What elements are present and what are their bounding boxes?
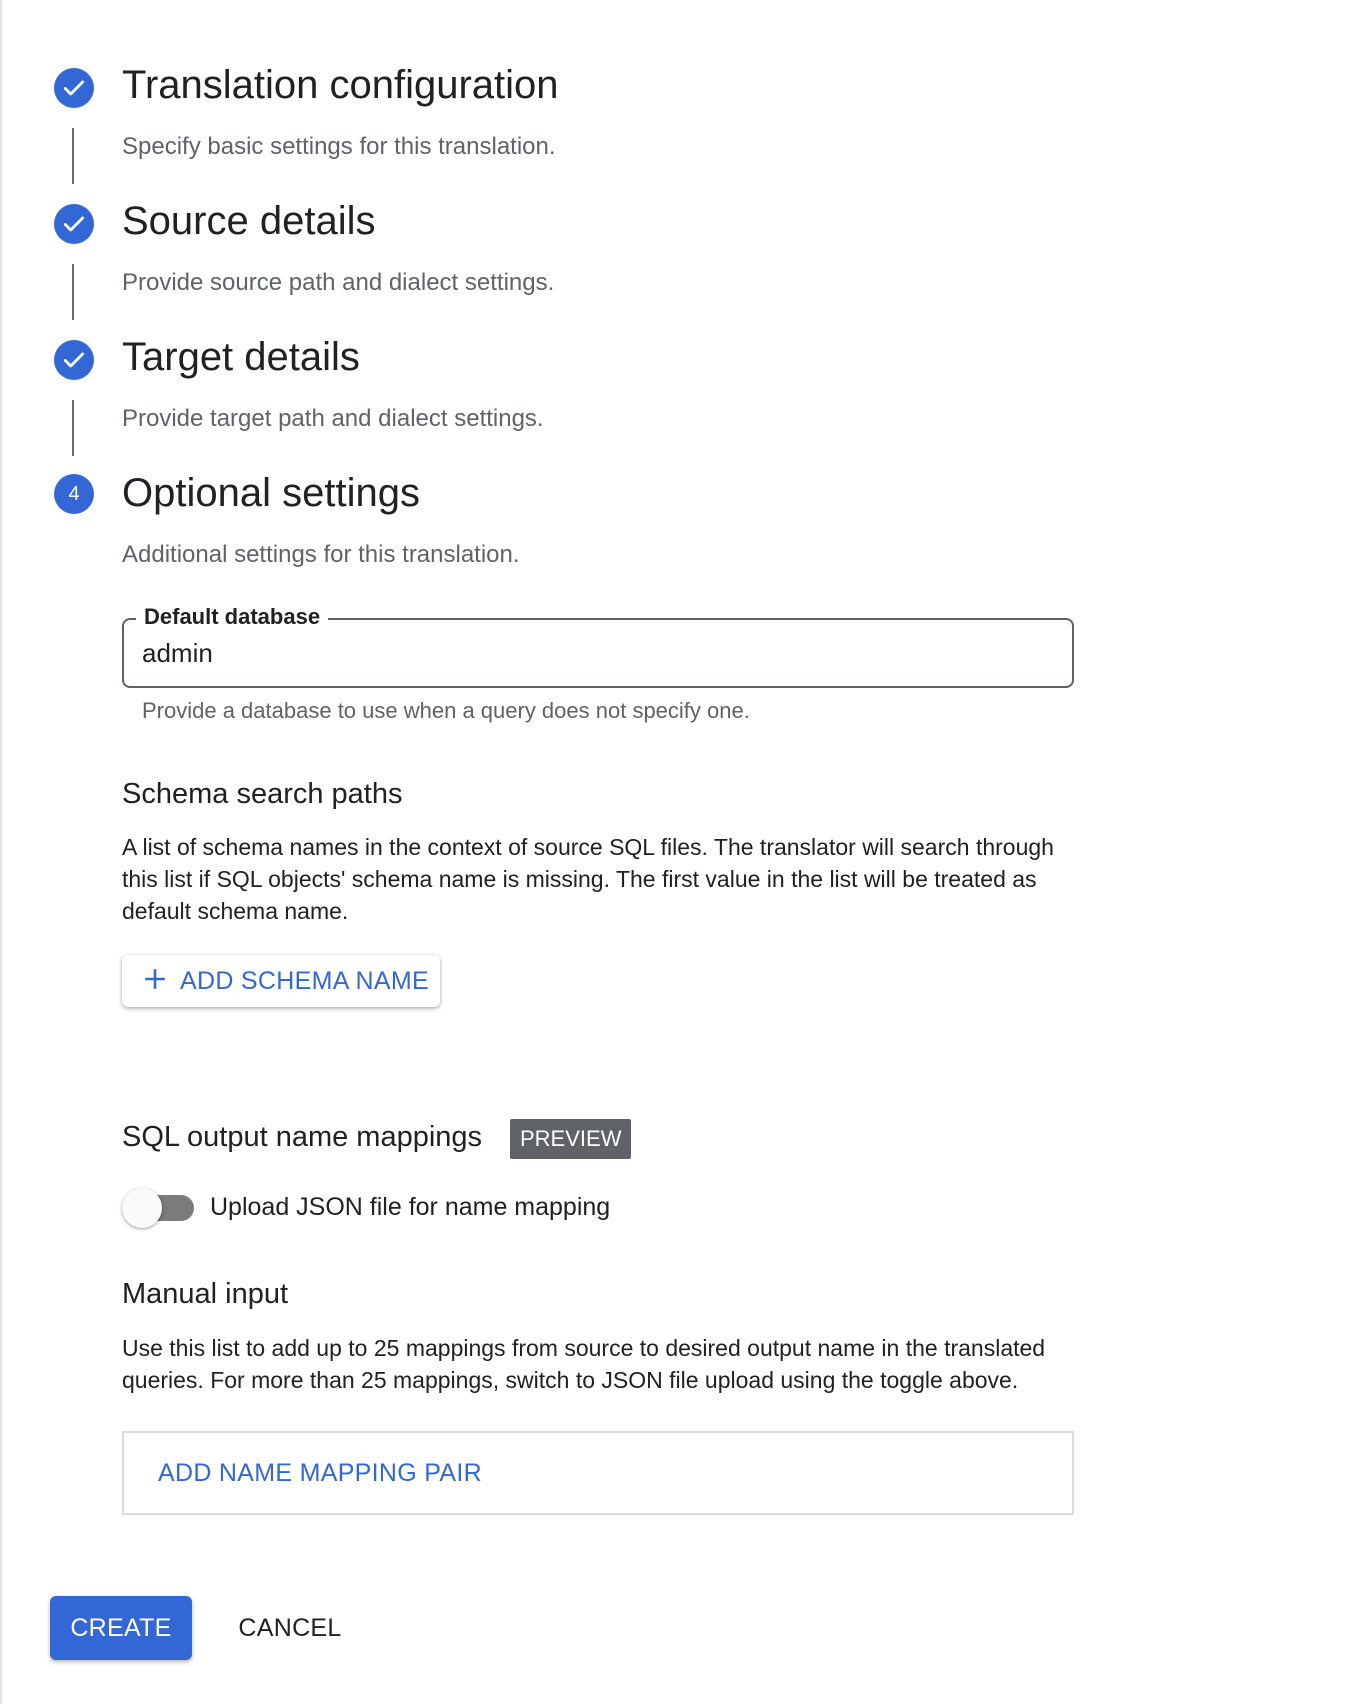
manual-input-description: Use this list to add up to 25 mappings f… [122, 1335, 1046, 1393]
left-border [0, 0, 2, 1704]
step-description: Specify basic settings for this translat… [122, 133, 556, 160]
add-name-mapping-pair-button[interactable]: ADD NAME MAPPING PAIR [158, 1459, 482, 1488]
step-connector [72, 128, 74, 184]
schema-search-description: A list of schema names in the context of… [122, 834, 1054, 924]
default-database-input[interactable] [142, 638, 1042, 669]
step-description: Provide source path and dialect settings… [122, 269, 555, 296]
step-connector [72, 400, 74, 456]
step-title: Translation configuration [122, 63, 559, 107]
plus-icon [142, 964, 168, 998]
toggle-thumb [122, 1188, 162, 1228]
step-description: Additional settings for this translation… [122, 541, 520, 568]
schema-search-title: Schema search paths [122, 778, 403, 810]
default-database-hint: Provide a database to use when a query d… [142, 698, 750, 723]
default-database-field: Default database [122, 604, 1074, 688]
check-icon [54, 340, 94, 380]
create-button[interactable]: CREATE [50, 1596, 192, 1660]
default-database-label: Default database [136, 604, 329, 630]
step-connector [72, 264, 74, 320]
add-schema-name-label: ADD SCHEMA NAME [180, 966, 429, 995]
json-upload-toggle[interactable] [122, 1188, 196, 1228]
step-title: Optional settings [122, 471, 420, 515]
name-mappings-title: SQL output name mappings [122, 1121, 483, 1153]
step-description: Provide target path and dialect settings… [122, 405, 544, 432]
manual-input-title: Manual input [122, 1278, 289, 1310]
step-title: Target details [122, 335, 360, 379]
step-number: 4 [68, 482, 80, 505]
json-upload-toggle-label: Upload JSON file for name mapping [210, 1193, 611, 1221]
cancel-button[interactable]: CANCEL [220, 1596, 360, 1660]
check-icon [54, 68, 94, 108]
name-mapping-list: ADD NAME MAPPING PAIR [122, 1431, 1074, 1515]
preview-badge: PREVIEW [510, 1119, 632, 1159]
add-schema-name-button[interactable]: ADD SCHEMA NAME [122, 955, 440, 1007]
step-number-badge: 4 [54, 474, 94, 514]
check-icon [54, 204, 94, 244]
step-title: Source details [122, 199, 376, 243]
